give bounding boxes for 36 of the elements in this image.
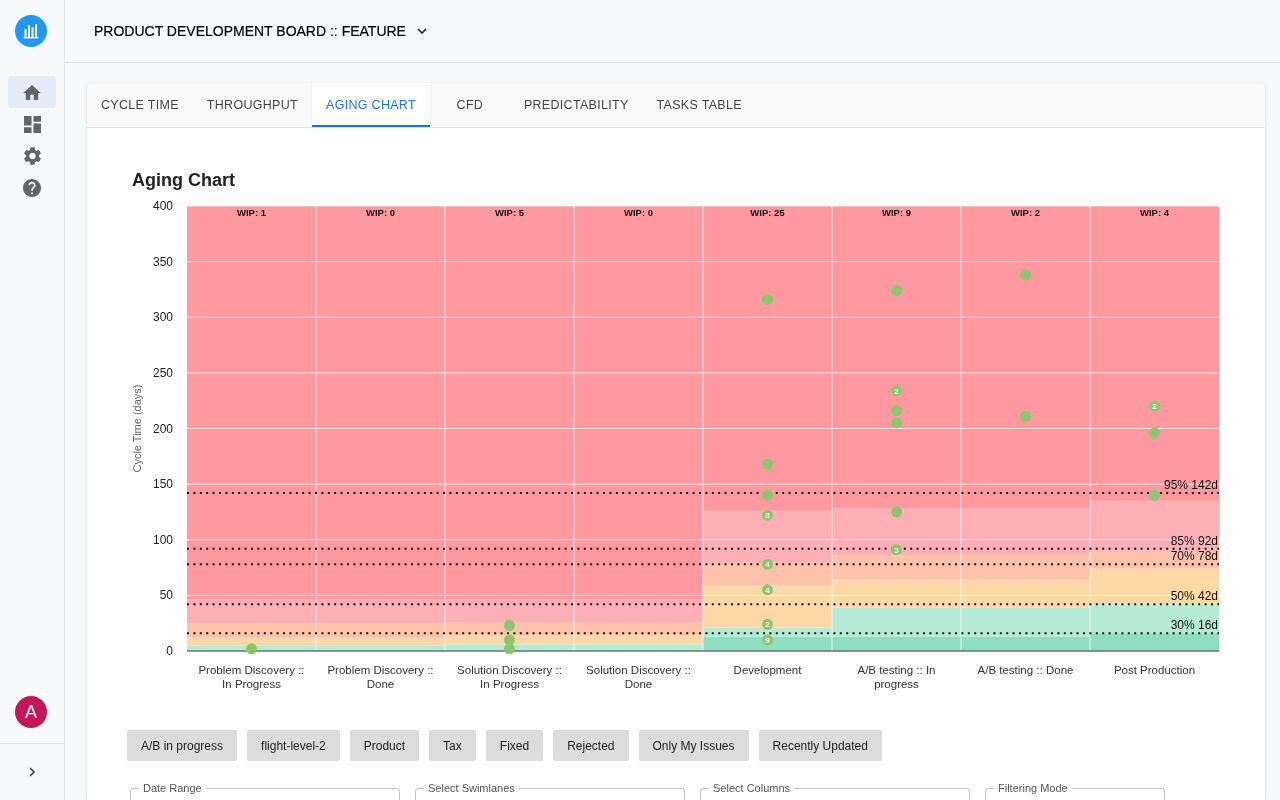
wip-label: WIP: 2 xyxy=(1011,206,1040,218)
percentile-label: 50% 42d xyxy=(1170,589,1218,604)
axis-category-label: Solution Discovery :: Done xyxy=(585,663,692,691)
axis-tick-label: 50 xyxy=(159,588,173,603)
percentile-label: 85% 92d xyxy=(1170,533,1218,548)
chart-title: Aging Chart xyxy=(132,169,235,191)
axis-tick-label: 200 xyxy=(152,421,173,436)
wip-label: WIP: 25 xyxy=(750,206,785,218)
wip-label: WIP: 9 xyxy=(882,206,911,218)
axis-category-label: Solution Discovery :: In Progress xyxy=(456,663,563,691)
wip-label: WIP: 4 xyxy=(1140,206,1169,218)
axis-tick-label: 350 xyxy=(152,254,173,269)
axis-category-label: A/B testing :: Done xyxy=(976,663,1075,678)
axis-tick-label: 300 xyxy=(152,310,173,325)
point-count-label: 3 xyxy=(765,511,770,521)
axis-tick-label: 0 xyxy=(166,644,173,656)
axis-tick-label: 250 xyxy=(152,365,173,380)
axis-category-label: Development xyxy=(732,663,803,678)
axis-tick-label: 400 xyxy=(152,200,173,213)
point-count-label: 4 xyxy=(765,560,770,570)
axis-tick-label: 150 xyxy=(152,477,173,492)
point-count-label: 3 xyxy=(894,545,899,555)
point-count-label: 2 xyxy=(894,386,899,396)
axis-title: Cycle Time (days) xyxy=(131,384,143,473)
percentile-label: 70% 78d xyxy=(1170,549,1218,564)
axis-category-label: Problem Discovery :: Done xyxy=(326,663,435,691)
axis-tick-label: 100 xyxy=(152,532,173,547)
point-count-label: 9 xyxy=(765,635,770,645)
point-count-label: 4 xyxy=(765,585,770,595)
percentile-label: 30% 16d xyxy=(1170,618,1218,633)
point-count-label: 2 xyxy=(765,620,770,630)
axis-category-label: Problem Discovery :: In Progress xyxy=(197,663,306,691)
point-count-label: 2 xyxy=(1152,402,1157,412)
axis-category-label: A/B testing :: In progress xyxy=(856,663,937,691)
percentile-label: 95% 142d xyxy=(1163,478,1218,492)
axis-category-label: Post Production xyxy=(1112,663,1197,678)
